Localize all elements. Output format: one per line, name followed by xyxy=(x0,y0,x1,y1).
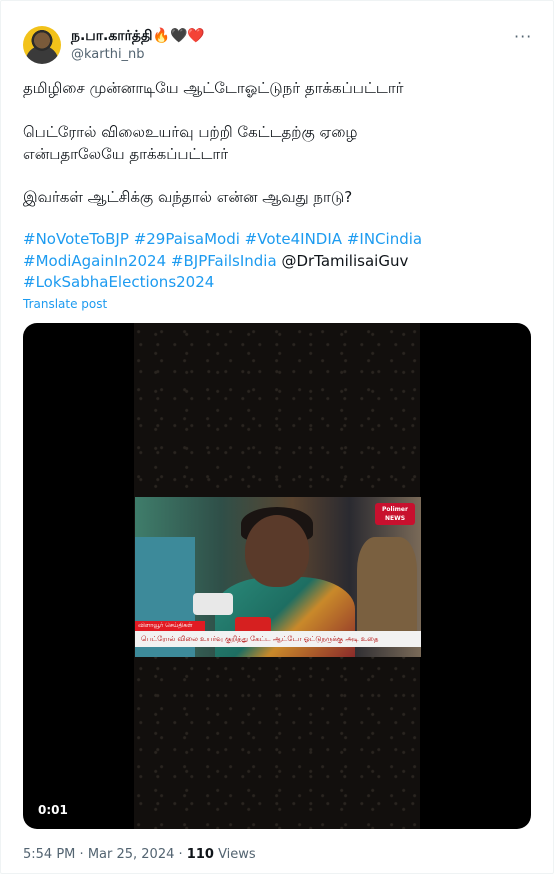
hashtags-row-1: #NoVoteToBJP #29PaisaModi #Vote4INDIA #I… xyxy=(23,229,503,251)
mention-link[interactable]: @DrTamilisaiGuv xyxy=(281,252,408,270)
post-meta: 5:54 PM · Mar 25, 2024 · 110 Views xyxy=(23,847,256,862)
author-handle[interactable]: @karthi_nb xyxy=(71,47,145,62)
hashtags-row-2: #ModiAgainIn2024 #BJPFailsIndia @DrTamil… xyxy=(23,251,503,273)
video-player[interactable]: Polimer NEWS விளாவூர் செய்திகள் பெட்ரோல்… xyxy=(23,323,531,829)
lower-third-caption: பெட்ரோல் விலை உயர்வு குறித்து கேட்ட ஆட்ட… xyxy=(135,631,421,647)
post-line-2a: பெட்ரோல் விலைஉயர்வு பற்றி கேட்டதற்கு ஏழை xyxy=(23,123,358,141)
hashtag-link[interactable]: #29PaisaModi xyxy=(134,230,240,248)
video-timestamp: 0:01 xyxy=(38,803,68,817)
channel-logo: Polimer NEWS xyxy=(375,503,415,525)
author-name-text[interactable]: ந.பா.கார்த்தி xyxy=(71,28,153,44)
views-count: 110 xyxy=(186,847,214,862)
post-line-3: இவர்கள் ஆட்சிக்கு வந்தால் என்ன ஆவது நாடு… xyxy=(23,188,353,206)
hashtag-link[interactable]: #INCindia xyxy=(347,230,422,248)
video-frame: Polimer NEWS விளாவூர் செய்திகள் பெட்ரோல்… xyxy=(135,497,421,657)
hashtag-link[interactable]: #LokSabhaElections2024 xyxy=(23,273,214,291)
views-label: Views xyxy=(218,847,256,862)
post-line-2b: என்பதாலேயே தாக்கப்பட்டார் xyxy=(23,145,229,163)
hashtags-block: #NoVoteToBJP #29PaisaModi #Vote4INDIA #I… xyxy=(23,229,503,294)
meta-separator: · xyxy=(178,847,183,862)
tweet-card: ந.பா.கார்த்தி🔥🖤❤️ @karthi_nb ··· தமிழிசை… xyxy=(0,0,554,874)
hashtag-link[interactable]: #ModiAgainIn2024 xyxy=(23,252,166,270)
translate-post-link[interactable]: Translate post xyxy=(23,297,107,311)
post-line-1: தமிழிசை முன்னாடியே ஆட்டோஓட்டுநர் தாக்கப்… xyxy=(23,79,404,97)
microphone xyxy=(193,593,233,615)
post-time[interactable]: 5:54 PM xyxy=(23,847,75,862)
author-emoji: 🔥🖤❤️ xyxy=(152,28,205,44)
hashtag-link[interactable]: #BJPFailsIndia xyxy=(171,252,277,270)
speaker-face xyxy=(245,515,309,587)
meta-separator: · xyxy=(79,847,84,862)
hashtag-link[interactable]: #Vote4INDIA xyxy=(245,230,342,248)
author-display-name[interactable]: ந.பா.கார்த்தி🔥🖤❤️ xyxy=(71,28,205,46)
avatar[interactable] xyxy=(23,26,61,64)
more-horizontal-icon[interactable]: ··· xyxy=(514,27,532,46)
post-date[interactable]: Mar 25, 2024 xyxy=(88,847,175,862)
hashtag-link[interactable]: #NoVoteToBJP xyxy=(23,230,129,248)
hashtags-row-3: #LokSabhaElections2024 xyxy=(23,272,503,294)
lower-third-label: விளாவூர் செய்திகள் xyxy=(135,621,205,631)
